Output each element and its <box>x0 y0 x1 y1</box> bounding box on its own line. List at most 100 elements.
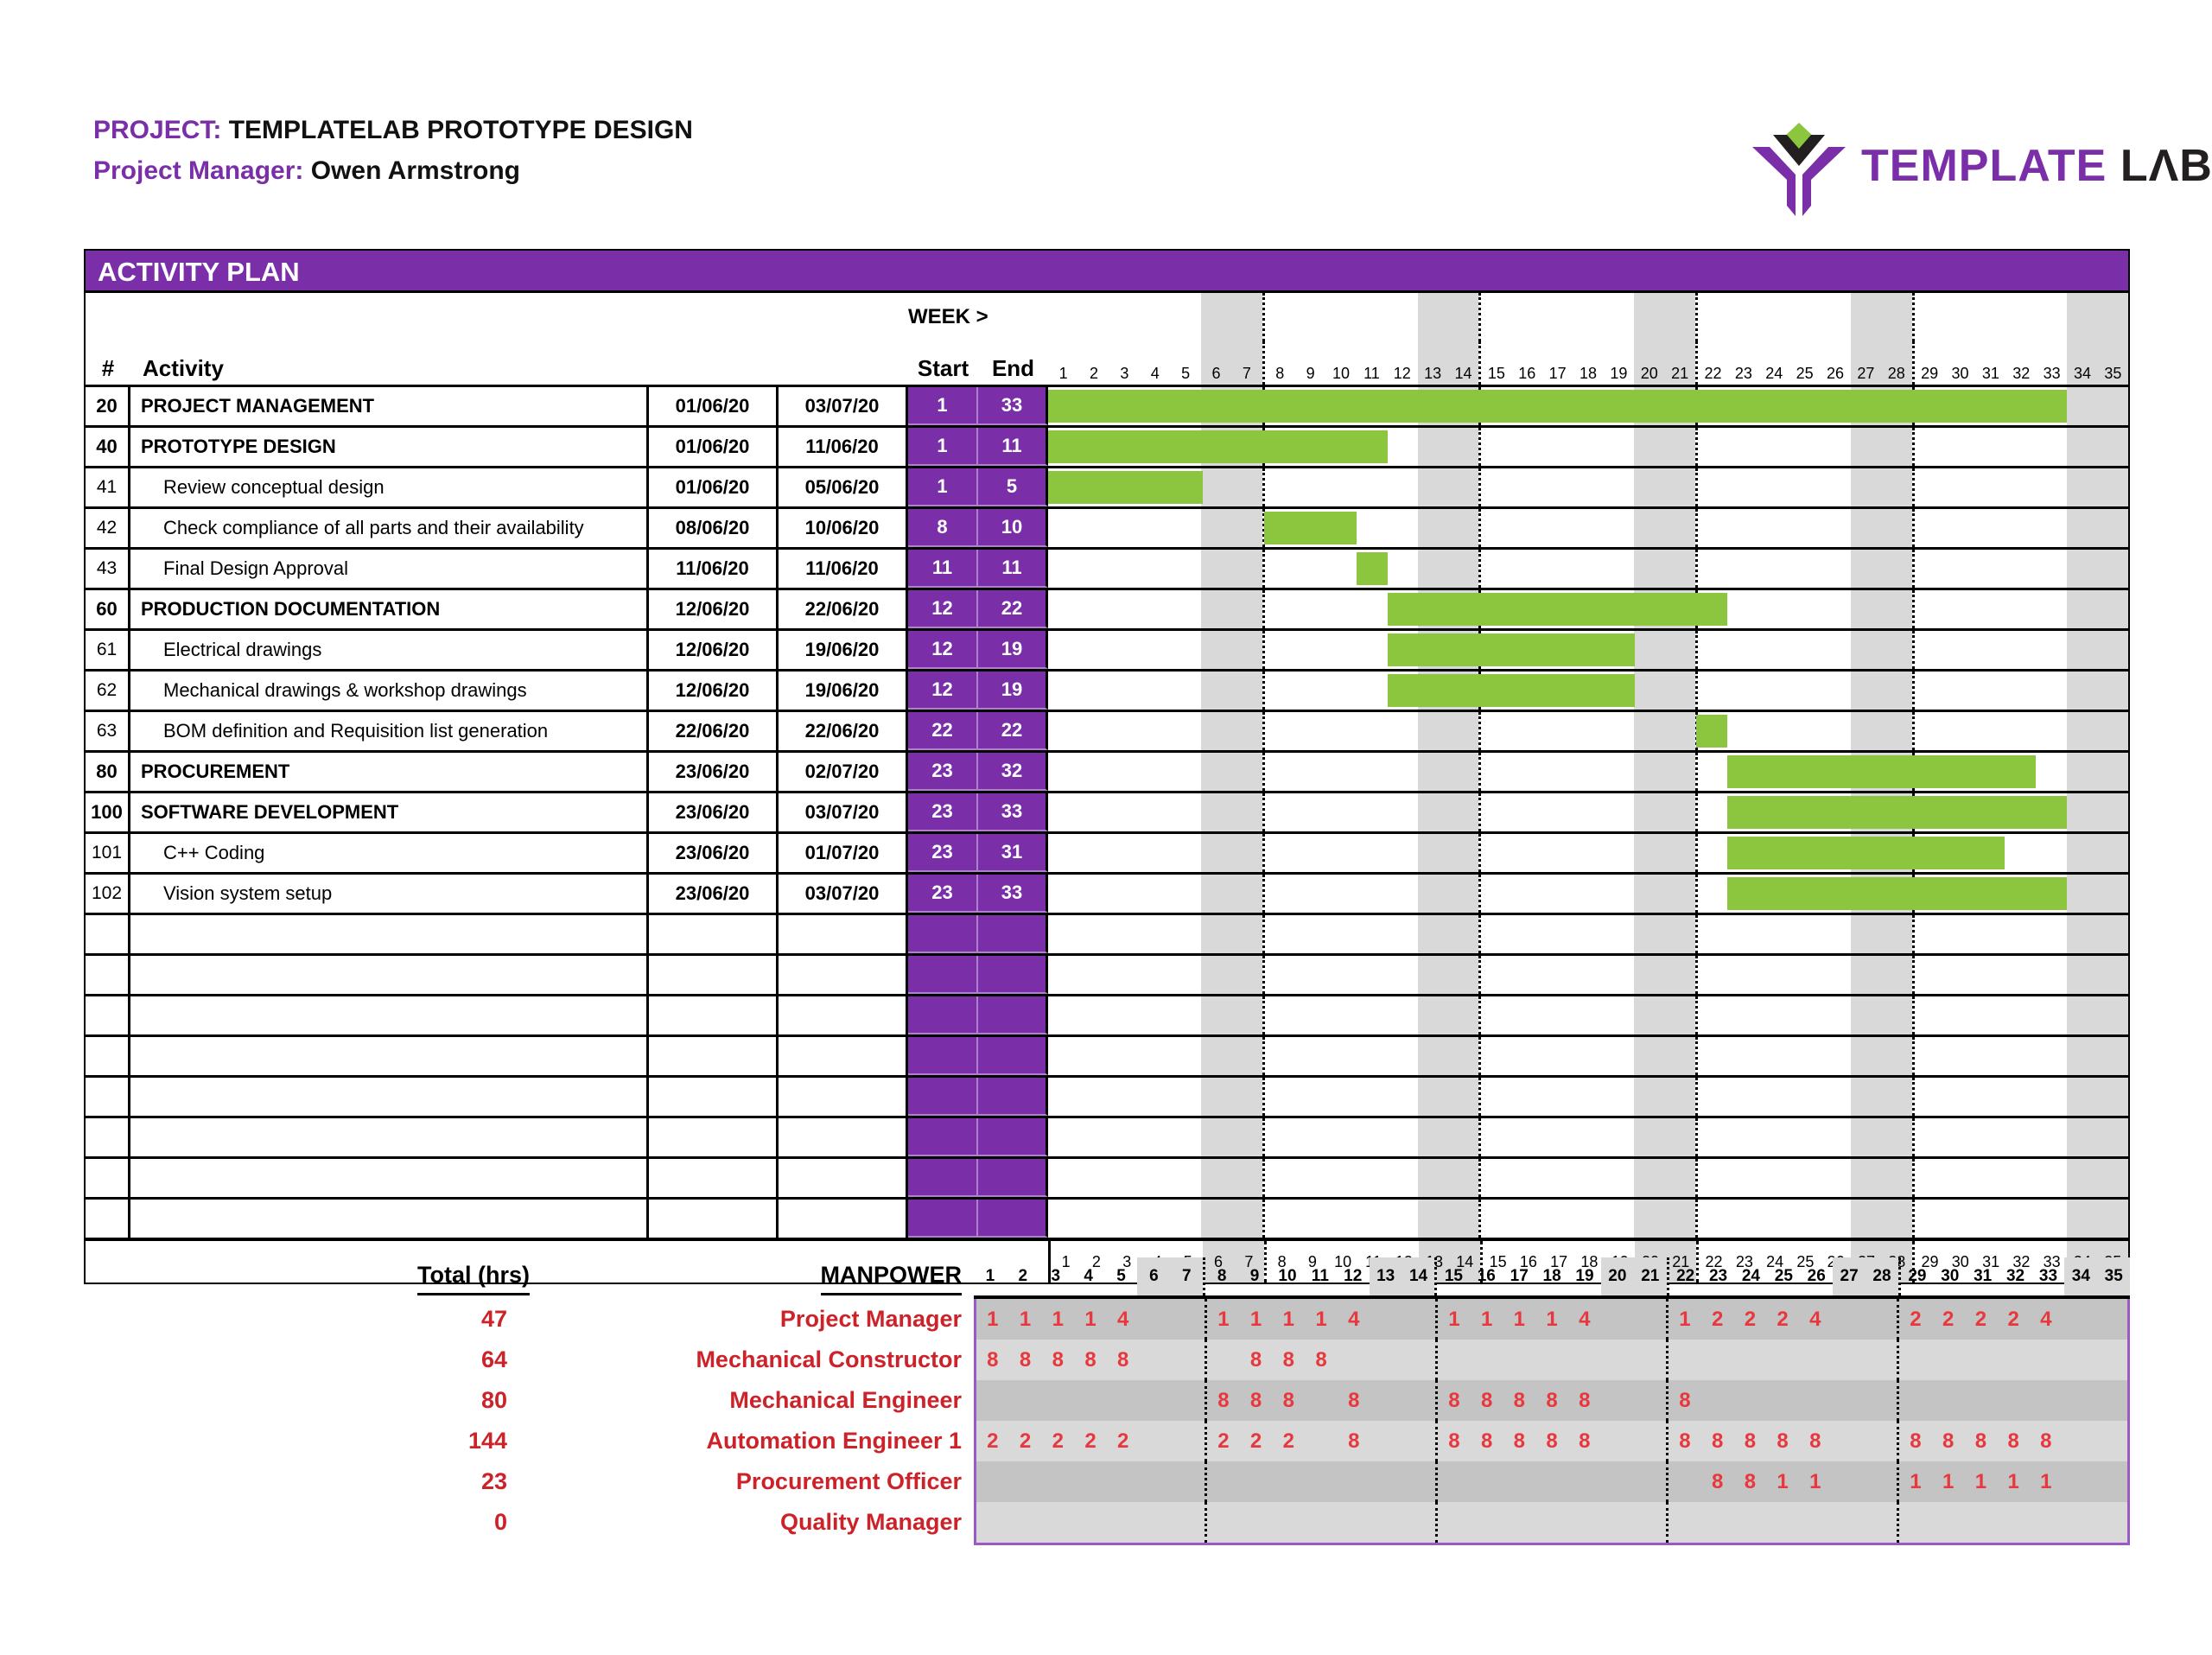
manpower-hour-cell: 8 <box>1744 1429 1757 1453</box>
table-row[interactable]: 60 PRODUCTION DOCUMENTATION 12/06/20 22/06/… <box>86 588 2129 628</box>
gantt-day-cell <box>1694 468 1728 506</box>
gantt-day-cell <box>1694 1118 1728 1156</box>
table-row[interactable]: 42 Check compliance of all parts and thei… <box>86 506 2129 547</box>
gantt-day-cell <box>1694 672 1728 710</box>
gantt-day-cell <box>2067 834 2098 872</box>
gantt-day-cell <box>1357 996 1387 1034</box>
activity-start-day: 12 <box>908 631 978 669</box>
gantt-day-cell <box>2097 428 2129 466</box>
gantt-day-cell <box>2006 956 2037 994</box>
gantt-day-cell <box>1200 996 1232 1034</box>
gantt-day-cell <box>1262 1078 1295 1116</box>
gantt-day-cell <box>1512 915 1542 953</box>
gantt-day-cell <box>1048 834 1078 872</box>
table-row[interactable] <box>86 994 2129 1034</box>
table-row[interactable]: 102 Vision system setup 23/06/20 03/07/20 23… <box>86 872 2129 913</box>
manpower-hour-cell: 4 <box>1579 1307 1591 1331</box>
gantt-day-cell <box>1262 793 1295 831</box>
activity-table: WEEK > 12345 # Activity Start End 123456… <box>84 267 2130 1284</box>
activity-end-date <box>779 956 908 994</box>
activity-end-day: 19 <box>978 672 1048 710</box>
gantt-day-cell <box>1694 875 1728 913</box>
activity-start-date: 01/06/20 <box>649 387 779 425</box>
table-row[interactable] <box>86 1197 2129 1238</box>
activity-end-date <box>779 996 908 1034</box>
table-row[interactable]: 80 PROCUREMENT 23/06/20 02/07/20 23 32 <box>86 750 2129 791</box>
gantt-lane <box>1048 915 2129 953</box>
gantt-day-cell <box>1231 1037 1262 1075</box>
manpower-hour-cell <box>1172 1461 1205 1502</box>
manpower-hour-cell: 2 <box>1117 1429 1129 1453</box>
day-number-cell: 35 <box>2097 341 2129 385</box>
table-row[interactable]: 20 PROJECT MANAGEMENT 01/06/20 03/07/20 1 33 <box>86 385 2129 425</box>
gantt-day-cell <box>1387 915 1417 953</box>
manpower-hour-cell <box>1370 1380 1403 1421</box>
table-row[interactable] <box>86 1116 2129 1156</box>
day-number-cell: 20 <box>1634 341 1665 385</box>
gantt-day-cell <box>1200 1200 1232 1238</box>
gantt-day-cell <box>1850 1118 1882 1156</box>
gantt-day-cell <box>1295 915 1325 953</box>
gantt-bar <box>1726 877 2067 910</box>
day-number-strip-top: 1 2 3 4 5 6 7 8 9 10 11 12 13 14 15 16 17 18 19 20 21 22 23 24 2… <box>1048 341 2129 385</box>
gantt-day-cell <box>1109 1200 1140 1238</box>
table-row[interactable] <box>86 1156 2129 1197</box>
manpower-hour-cell <box>1205 1461 1240 1502</box>
gantt-day-cell <box>2037 996 2067 1034</box>
table-row[interactable] <box>86 1075 2129 1116</box>
gantt-day-cell <box>1542 1200 1573 1238</box>
gantt-day-cell <box>1447 753 1479 791</box>
manpower-row[interactable]: 222222228888888888888888 <box>976 1421 2127 1461</box>
table-row[interactable]: 61 Electrical drawings 12/06/20 19/06/20 12 1… <box>86 628 2129 669</box>
table-row[interactable] <box>86 1034 2129 1075</box>
gantt-day-cell <box>1357 712 1387 750</box>
day-number-cell: 17 <box>1548 365 1567 382</box>
gantt-day-cell <box>1634 428 1665 466</box>
manpower-row[interactable]: 88888888 <box>976 1340 2127 1380</box>
manpower-hour-cell <box>1897 1380 1932 1421</box>
project-label: PROJECT: <box>93 116 222 144</box>
gantt-day-cell <box>1171 1200 1201 1238</box>
gantt-day-cell <box>1945 1078 1975 1116</box>
spacer-num <box>86 293 130 341</box>
gantt-day-cell <box>1171 875 1201 913</box>
gantt-day-cell <box>1262 550 1295 588</box>
gantt-day-cell <box>1542 875 1573 913</box>
manpower-hour-cell <box>1107 1461 1140 1502</box>
table-row[interactable] <box>86 913 2129 953</box>
gantt-day-cell <box>1911 712 1945 750</box>
manpower-hour-cell: 2 <box>1744 1307 1757 1331</box>
table-row[interactable] <box>86 953 2129 994</box>
table-row[interactable]: 63 BOM definition and Requisition list ge… <box>86 710 2129 750</box>
gantt-day-cell <box>2006 672 2037 710</box>
manpower-row[interactable]: 1111411114111141222422224 <box>976 1299 2127 1340</box>
gantt-day-cell <box>2097 631 2129 669</box>
manpower-hour-cell <box>2063 1421 2095 1461</box>
activity-name <box>130 1118 649 1156</box>
table-row[interactable]: 43 Final Design Approval 11/06/20 11/06/20 1… <box>86 547 2129 588</box>
project-header: PROJECT: TEMPLATELAB PROTOTYPE DESIGN Pr… <box>93 111 693 191</box>
table-row[interactable]: 41 Review conceptual design 01/06/20 05/06/… <box>86 466 2129 506</box>
manpower-row[interactable]: 881111111 <box>976 1461 2127 1502</box>
gantt-day-cell <box>1447 1159 1479 1197</box>
table-row[interactable]: 40 PROTOTYPE DESIGN 01/06/20 11/06/20 1 11 <box>86 425 2129 466</box>
gantt-day-cell <box>1573 956 1603 994</box>
manpower-row[interactable] <box>976 1502 2127 1543</box>
manpower-hour-cell: 8 <box>1897 1421 1932 1461</box>
gantt-day-cell <box>1048 1159 1078 1197</box>
manpower-hour-cell: 8 <box>1666 1421 1701 1461</box>
table-row[interactable]: 100 SOFTWARE DEVELOPMENT 23/06/20 03/07/20 2… <box>86 791 2129 831</box>
gantt-day-cell <box>1387 875 1417 913</box>
manpower-hour-cell <box>1172 1421 1205 1461</box>
table-row[interactable]: 62 Mechanical drawings & workshop drawing… <box>86 669 2129 710</box>
manpower-row[interactable]: 8888888888 <box>976 1380 2127 1421</box>
gantt-day-cell <box>1387 996 1417 1034</box>
gantt-day-cell <box>1478 550 1511 588</box>
activity-start-day: 1 <box>908 468 978 506</box>
manpower-hour-cell <box>1140 1380 1173 1421</box>
table-row[interactable]: 101 C++ Coding 23/06/20 01/07/20 23 31 <box>86 831 2129 872</box>
spacer-startdate <box>649 293 779 341</box>
manpower-hour-cell: 1 <box>1897 1461 1932 1502</box>
manpower-hour-cell <box>1701 1380 1734 1421</box>
gantt-day-cell <box>1447 793 1479 831</box>
